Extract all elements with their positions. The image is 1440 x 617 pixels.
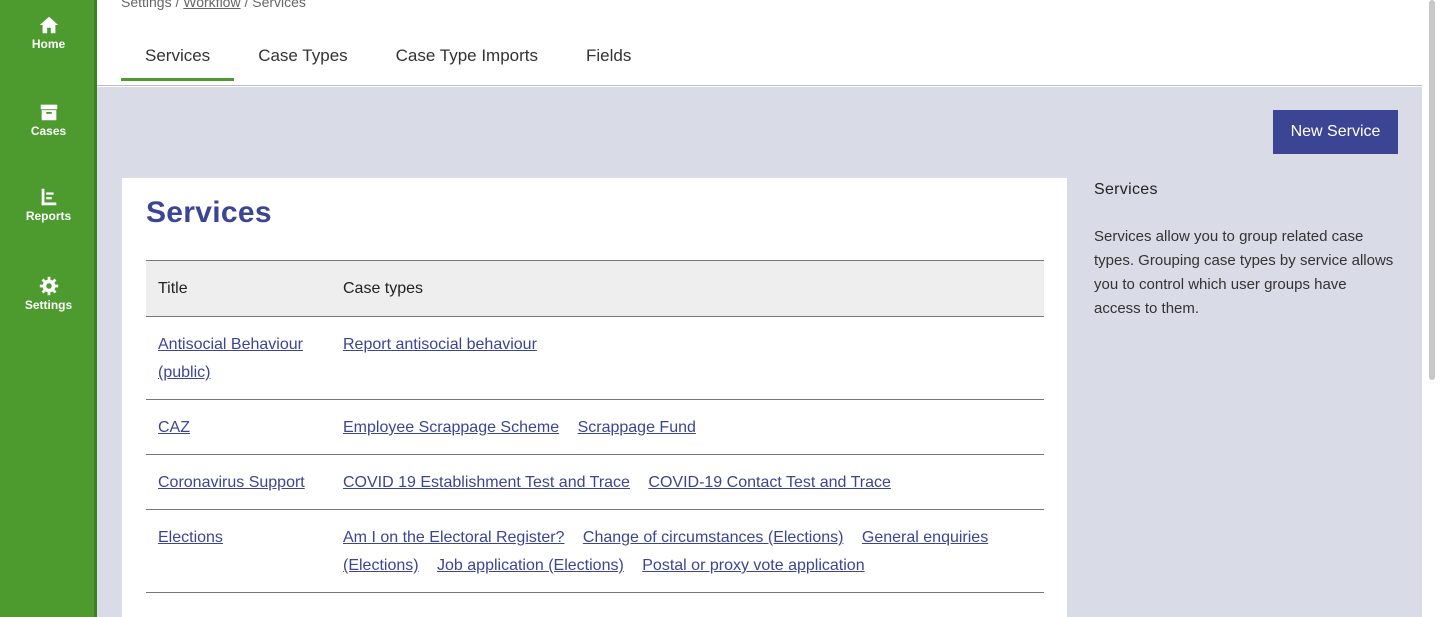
table-header-row: Title Case types: [146, 260, 1044, 317]
help-panel: Services Services allow you to group rel…: [1094, 181, 1394, 321]
service-title-cell: Antisocial Behaviour (public): [146, 316, 331, 400]
sidebar-item-label: Cases: [30, 124, 67, 138]
sidebar-item-label: Settings: [24, 298, 73, 312]
services-table: Title Case types Antisocial Behaviour (p…: [146, 260, 1044, 593]
case-types-cell: Employee Scrappage Scheme Scrappage Fund: [331, 399, 1044, 455]
sidebar-item-reports[interactable]: Reports: [0, 186, 97, 223]
breadcrumb-root: Settings: [121, 0, 172, 10]
case-type-link[interactable]: Scrappage Fund: [578, 419, 696, 436]
sidebar-item-label: Home: [31, 37, 66, 51]
page-title: Services: [146, 196, 272, 229]
scrollbar[interactable]: [1422, 0, 1440, 617]
service-link[interactable]: Elections: [158, 529, 223, 546]
sidebar-item-cases[interactable]: Cases: [0, 101, 97, 138]
case-type-link[interactable]: Am I on the Electoral Register?: [343, 529, 564, 546]
breadcrumb-separator: /: [175, 0, 180, 10]
tab-bar: Services Case Types Case Type Imports Fi…: [121, 38, 655, 81]
tab-case-type-imports[interactable]: Case Type Imports: [372, 38, 562, 80]
tab-case-types[interactable]: Case Types: [234, 38, 371, 80]
table-row: Elections Am I on the Electoral Register…: [146, 509, 1044, 593]
breadcrumb: Settings / Workflow / Services: [121, 0, 306, 10]
sidebar-item-label: Reports: [25, 209, 72, 223]
case-type-link[interactable]: Report antisocial behaviour: [343, 336, 537, 353]
header: Settings / Workflow / Services Services …: [97, 0, 1422, 86]
table-row: Coronavirus Support COVID 19 Establishme…: [146, 454, 1044, 510]
case-type-link[interactable]: Job application (Elections): [437, 557, 624, 574]
service-title-cell: Elections: [146, 509, 331, 593]
gear-icon: [39, 276, 58, 296]
archive-icon: [40, 104, 57, 121]
case-types-cell: COVID 19 Establishment Test and Trace CO…: [331, 454, 1044, 510]
services-card: Services Title Case types Antisocial Beh…: [122, 178, 1067, 617]
case-type-link[interactable]: Postal or proxy vote application: [642, 557, 864, 574]
column-header-case-types: Case types: [343, 279, 424, 297]
home-icon: [39, 16, 58, 34]
tab-fields[interactable]: Fields: [562, 38, 655, 80]
sidebar-item-settings[interactable]: Settings: [0, 275, 97, 312]
main-content: New Service Services Title Case types An…: [97, 87, 1422, 617]
service-title-cell: Coronavirus Support: [146, 454, 331, 510]
breadcrumb-current: Services: [252, 0, 306, 10]
case-types-cell: Am I on the Electoral Register? Change o…: [331, 509, 1044, 593]
new-service-button[interactable]: New Service: [1273, 110, 1398, 154]
tab-services[interactable]: Services: [121, 38, 235, 81]
column-header-title: Title: [158, 279, 188, 297]
case-type-link[interactable]: Employee Scrappage Scheme: [343, 419, 559, 436]
breadcrumb-separator: /: [244, 0, 249, 10]
breadcrumb-workflow-link[interactable]: Workflow: [183, 0, 240, 10]
scrollbar-thumb[interactable]: [1429, 0, 1435, 380]
help-panel-text: Services allow you to group related case…: [1094, 228, 1394, 317]
sidebar-item-home[interactable]: Home: [0, 14, 97, 51]
service-title-cell: CAZ: [146, 399, 331, 455]
service-link[interactable]: CAZ: [158, 419, 190, 436]
table-row: Antisocial Behaviour (public) Report ant…: [146, 316, 1044, 400]
case-types-cell: Report antisocial behaviour: [331, 316, 1044, 400]
case-type-link[interactable]: Change of circumstances (Elections): [583, 529, 844, 546]
table-row: CAZ Employee Scrappage Scheme Scrappage …: [146, 399, 1044, 455]
sidebar: Home Cases Reports Settings: [0, 0, 97, 617]
case-type-link[interactable]: COVID-19 Contact Test and Trace: [648, 474, 890, 491]
service-link[interactable]: Coronavirus Support: [158, 474, 305, 491]
case-type-link[interactable]: COVID 19 Establishment Test and Trace: [343, 474, 630, 491]
help-panel-heading: Services: [1094, 181, 1158, 198]
service-link[interactable]: Antisocial Behaviour (public): [158, 336, 303, 381]
reports-icon: [41, 188, 56, 206]
